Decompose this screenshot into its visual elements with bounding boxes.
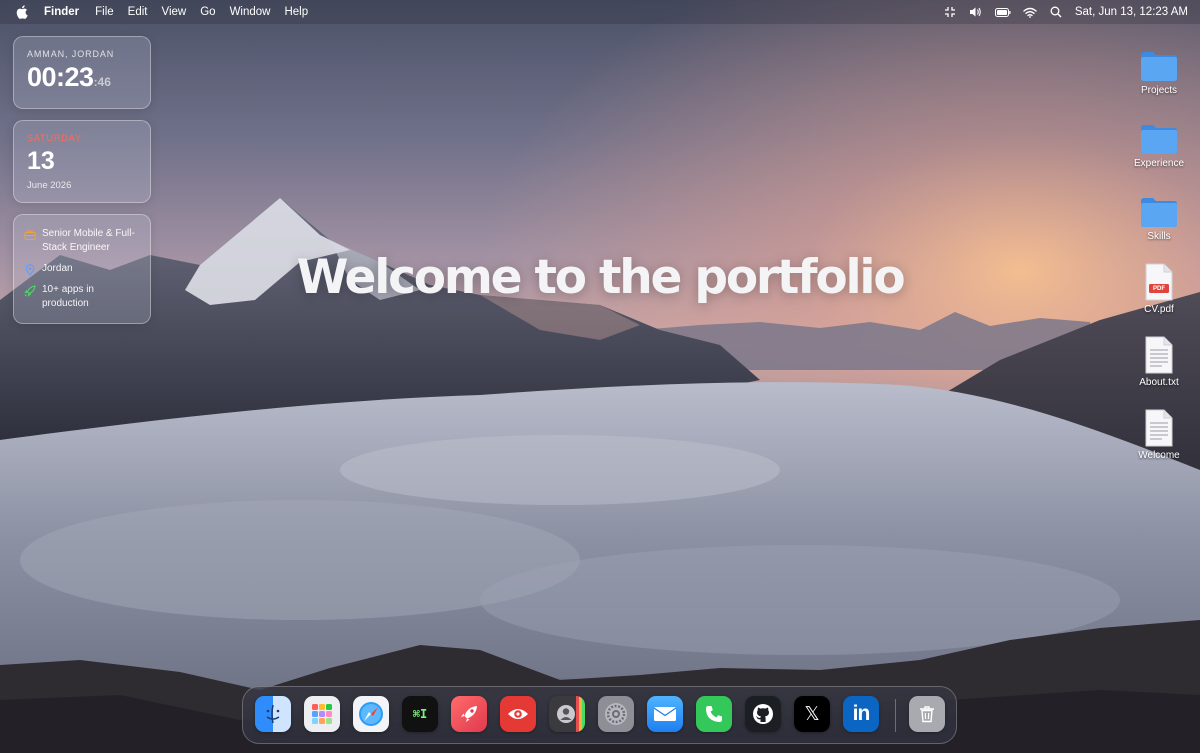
x-glyph: 𝕏 [804,703,820,725]
clock-widget[interactable]: AMMAN, JORDAN 00:23:46 [13,36,151,109]
text-file-icon [1121,403,1197,447]
desktop-folder-experience[interactable]: Experience [1121,111,1197,169]
eye-app-icon[interactable] [500,696,536,732]
calendar-widget[interactable]: SATURDAY 13 June 2026 [13,120,151,203]
desktop-icon-label: Skills [1147,231,1171,242]
dock: ⌘I 𝕏 in [242,686,957,744]
pdf-file-icon: PDF [1121,257,1197,301]
calendar-month-year: June 2026 [27,180,72,191]
menu-help[interactable]: Help [284,6,308,18]
x-icon[interactable]: 𝕏 [794,696,830,732]
desktop-file-cv[interactable]: PDF CV.pdf [1121,257,1197,315]
battery-icon[interactable] [994,5,1011,19]
pdf-badge: PDF [1153,286,1165,292]
text-file-icon [1121,330,1197,374]
menu-edit[interactable]: Edit [128,6,148,18]
system-settings-icon[interactable] [598,696,634,732]
folder-icon [1121,111,1197,155]
volume-icon[interactable] [969,5,983,19]
github-icon[interactable] [745,696,781,732]
resize-icon[interactable] [943,5,957,19]
safari-icon[interactable] [353,696,389,732]
clock-hours-minutes: 00:23 [27,62,94,92]
menu-view[interactable]: View [162,6,187,18]
welcome-headline: Welcome to the portfolio [296,250,906,305]
desktop-folder-projects[interactable]: Projects [1121,38,1197,96]
briefcase-icon [24,228,36,241]
clock-time: 00:23:46 [27,62,137,93]
terminal-icon[interactable]: ⌘I [402,696,438,732]
terminal-glyph: ⌘I [412,707,428,721]
menu-bar: Finder File Edit View Go Window Help Sat… [0,0,1200,24]
trash-icon[interactable] [909,696,945,732]
desktop-file-about[interactable]: About.txt [1121,330,1197,388]
desktop-icon-label: CV.pdf [1144,304,1174,315]
menu-file[interactable]: File [95,6,114,18]
folder-icon [1121,184,1197,228]
calendar-weekday: SATURDAY [27,133,82,143]
search-icon[interactable] [1049,5,1063,19]
folder-icon [1121,38,1197,82]
rocket-app-icon[interactable] [451,696,487,732]
desktop-folder-skills[interactable]: Skills [1121,184,1197,242]
app-name-finder[interactable]: Finder [44,6,79,18]
mail-icon[interactable] [647,696,683,732]
desktop-icon-label: Projects [1140,85,1178,96]
phone-icon[interactable] [696,696,732,732]
linkedin-glyph: in [852,702,871,725]
desktop-icon-label: Experience [1133,158,1185,169]
launchpad-icon[interactable] [304,696,340,732]
clock-seconds: :46 [93,75,111,89]
linkedin-icon[interactable]: in [843,696,879,732]
finder-icon[interactable] [255,696,291,732]
contacts-icon[interactable] [549,696,585,732]
menubar-clock[interactable]: Sat, Jun 13, 12:23 AM [1075,6,1188,18]
menu-window[interactable]: Window [230,6,271,18]
menu-go[interactable]: Go [200,6,215,18]
desktop-icon-label: Welcome [1138,450,1180,461]
wifi-icon[interactable] [1023,5,1037,19]
desktop-file-welcome[interactable]: Welcome [1121,403,1197,461]
desktop-wallpaper [0,0,1200,753]
clock-city: AMMAN, JORDAN [27,49,115,59]
apple-menu-icon[interactable] [16,5,28,19]
desktop-icon-label: About.txt [1139,377,1179,388]
dock-separator [895,699,896,732]
calendar-day: 13 [27,147,55,175]
